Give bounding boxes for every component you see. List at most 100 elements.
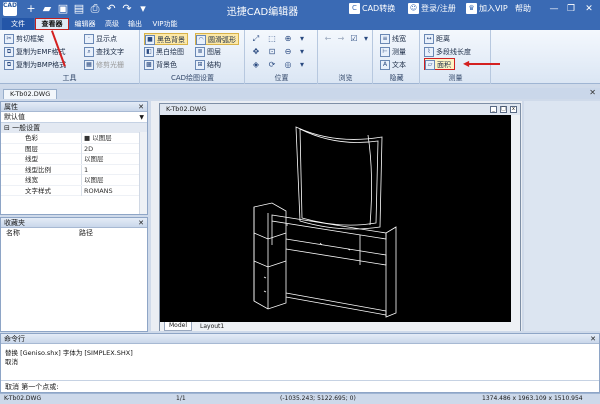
orbit-icon[interactable]: ◎ — [282, 59, 294, 70]
restore-icon[interactable]: ❐ — [565, 3, 577, 15]
property-row[interactable]: 色彩 ■ 以图层 — [1, 133, 147, 144]
close-icon[interactable]: x — [510, 106, 517, 113]
chevron-down-icon: ▼ — [139, 114, 144, 121]
properties-scrollbar[interactable] — [139, 132, 147, 214]
scissors-icon: ✂ — [4, 34, 14, 44]
tab-document[interactable]: K-Tb02.DWG — [3, 89, 58, 99]
cad-canvas[interactable] — [160, 115, 511, 322]
polyline-length-button[interactable]: ⌇ 多段线长度 — [424, 46, 471, 58]
mirror-inner — [299, 128, 379, 226]
properties-title: 属性 ✕ — [1, 102, 147, 112]
collapse-icon: ⊟ — [4, 124, 13, 132]
column-name[interactable]: 名称 — [6, 228, 20, 238]
cut-frame-button[interactable]: ✂ 剪切框架 — [4, 33, 44, 45]
property-row[interactable]: 线型 以图层 — [1, 154, 147, 165]
favorites-columns: 名称 路径 — [1, 228, 147, 238]
show-points-button[interactable]: · 显示点 — [84, 33, 117, 45]
trim-icon: ▦ — [84, 60, 94, 70]
menu-vip[interactable]: VIP功能 — [149, 18, 181, 30]
ribbon: ✂ 剪切框架 ⧉ 复制为EMF格式 ⧉ 复制为BMP格式 · 显示点 ⌕ 查找文字 ▦ 修剪… — [0, 30, 600, 84]
zoom-window-icon[interactable]: ⬚ — [266, 33, 278, 44]
tab-model[interactable]: Model — [164, 322, 193, 331]
open-folder-icon[interactable]: ▰ — [40, 2, 54, 16]
distance-icon: ↔ — [424, 34, 434, 44]
close-icon[interactable]: ✕ — [583, 3, 595, 15]
menu-viewer[interactable]: 查看器 — [35, 18, 69, 30]
copy-bmp-button[interactable]: ⧉ 复制为BMP格式 — [4, 59, 66, 71]
menu-advanced[interactable]: 高级 — [101, 18, 123, 30]
pan-icon[interactable]: ✥ — [250, 46, 262, 57]
cad-convert-button[interactable]: C CAD转换 — [349, 3, 395, 14]
background-color-button[interactable]: ▩ 背景色 — [144, 59, 177, 71]
text-toggle[interactable]: A 文本 — [380, 59, 406, 71]
command-input[interactable]: 取消 第一个点或: — [1, 380, 599, 392]
back-arrow-icon[interactable]: ← — [322, 33, 334, 44]
property-row[interactable]: 线型比例 1 — [1, 164, 147, 175]
area-button[interactable]: ▱ 面积 — [424, 58, 455, 70]
menu-file[interactable]: 文件 — [2, 18, 34, 30]
rotate-icon[interactable]: ⟳ — [266, 59, 278, 70]
properties-section[interactable]: ⊟ 一般设置 — [1, 123, 147, 133]
command-title: 命令行 ✕ — [1, 334, 599, 344]
layers-button[interactable]: ≣ 图层 — [195, 46, 221, 58]
linewidth-toggle[interactable]: ≡ 线宽 — [380, 33, 406, 45]
zoom-extents-icon[interactable]: ⊡ — [266, 46, 278, 57]
column-path[interactable]: 路径 — [79, 228, 93, 238]
check-icon[interactable]: ☑ — [348, 33, 360, 44]
menu-editor[interactable]: 编辑器 — [70, 18, 100, 30]
zoom-fit-icon[interactable]: ⤢ — [250, 33, 262, 44]
close-icon[interactable]: ✕ — [138, 218, 144, 228]
restore-icon[interactable]: □ — [500, 106, 507, 113]
chevron-down-icon[interactable]: ▾ — [296, 33, 308, 44]
measure-toggle[interactable]: ⊢ 测量 — [380, 46, 406, 58]
undo-icon[interactable]: ↶ — [104, 2, 118, 16]
property-row[interactable]: 文字样式 ROMANS — [1, 185, 147, 196]
search-icon: ⌕ — [84, 47, 94, 57]
close-icon[interactable]: ✕ — [590, 334, 596, 344]
chevron-down-icon[interactable]: ▾ — [296, 46, 308, 57]
table-leg-right — [385, 226, 397, 318]
login-button[interactable]: ☺ 登录/注册 — [408, 3, 456, 14]
redo-icon[interactable]: ↷ — [120, 2, 134, 16]
property-row[interactable]: 线宽 以图层 — [1, 175, 147, 186]
tab-layout1[interactable]: Layout1 — [196, 322, 228, 331]
distance-button[interactable]: ↔ 距离 — [424, 33, 450, 45]
drawing-scrollbar-vertical[interactable] — [511, 115, 520, 322]
black-white-button[interactable]: ◧ 黑白绘图 — [144, 46, 184, 58]
trim-raster-button[interactable]: ▦ 修剪光栅 — [84, 59, 124, 71]
help-button[interactable]: 帮助 — [515, 3, 531, 14]
vip-button[interactable]: ♛ 加入VIP — [466, 3, 508, 14]
save-as-icon[interactable]: ▤ — [72, 2, 86, 16]
properties-panel: 属性 ✕ 默认值 ▼ ⊟ 一般设置 色彩 ■ 以图层 图层 2D 线型 以图层 线型比例 1… — [0, 101, 148, 215]
find-text-button[interactable]: ⌕ 查找文字 — [84, 46, 124, 58]
view-3d-icon[interactable]: ◈ — [250, 59, 262, 70]
group-browse: ← → ☑ ▾ 浏览 — [319, 30, 373, 84]
forward-arrow-icon[interactable]: → — [335, 33, 347, 44]
zoom-out-icon[interactable]: ⊖ — [282, 46, 294, 57]
black-background-button[interactable]: ■ 黑色背景 — [144, 33, 188, 45]
print-icon[interactable]: ⎙ — [88, 2, 102, 16]
chevron-down-icon[interactable]: ▾ — [296, 59, 308, 70]
new-icon[interactable]: + — [24, 2, 38, 16]
group-hide-title: 隐藏 — [389, 74, 404, 82]
dropdown-icon[interactable]: ▾ — [136, 2, 150, 16]
command-output-line: 替换 [Geniso.shx] 字体为 [SIMPLEX.SHX] — [5, 349, 133, 357]
minimize-icon[interactable]: _ — [490, 106, 497, 113]
save-icon[interactable]: ▣ — [56, 2, 70, 16]
favorites-panel: 收藏夹 ✕ 名称 路径 — [0, 217, 148, 332]
dropdown-icon[interactable]: ▾ — [360, 33, 372, 44]
structure-button[interactable]: ⊞ 结构 — [195, 59, 221, 71]
structure-icon: ⊞ — [195, 60, 205, 70]
group-measure: ↔ 距离 ⌇ 多段线长度 ▱ 面积 测量 — [421, 30, 491, 84]
mirror-edge — [367, 134, 372, 226]
app-logo-icon: CAD — [3, 2, 17, 16]
close-icon[interactable]: ✕ — [589, 88, 596, 97]
zoom-in-icon[interactable]: ⊕ — [282, 33, 294, 44]
minimize-icon[interactable]: — — [548, 3, 560, 15]
favorites-title: 收藏夹 ✕ — [1, 218, 147, 228]
menu-output[interactable]: 输出 — [124, 18, 146, 30]
smooth-arc-button[interactable]: ◠ 圆滑弧形 — [195, 33, 239, 45]
properties-combo[interactable]: 默认值 ▼ — [1, 112, 147, 123]
pin-icon[interactable]: ✕ — [138, 102, 144, 112]
property-row[interactable]: 图层 2D — [1, 143, 147, 154]
